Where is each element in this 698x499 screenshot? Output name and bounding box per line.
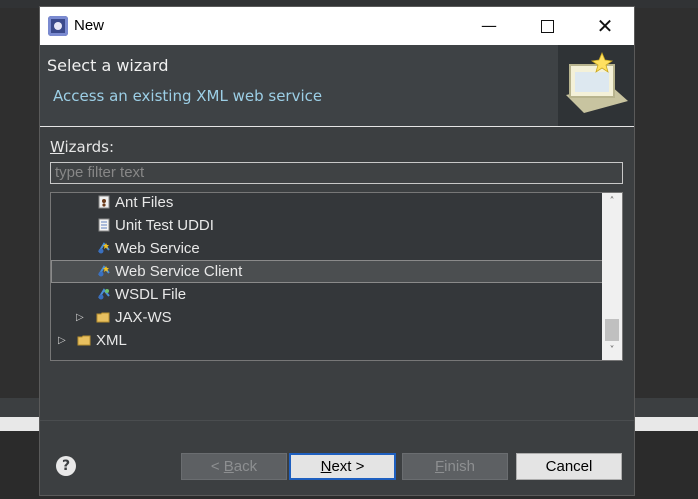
tree-item-web-service-client[interactable]: Web Service Client [51,260,603,283]
wizard-banner-icon [558,45,634,126]
folder-icon [96,312,110,323]
tree-scrollbar[interactable]: ˄ ˅ [602,193,622,360]
wizard-tree[interactable]: Ant Files Unit Test UDDI Web Service Web… [50,192,623,361]
header-separator [40,126,634,127]
finish-mnemonic: F [434,458,445,475]
tree-item-xml[interactable]: ▷ XML [51,329,603,352]
document-icon [98,218,110,232]
help-icon[interactable]: ? [56,456,76,476]
header-subtitle: Access an existing XML web service [53,87,323,105]
footer-separator [40,420,634,421]
tree-item-ant-files[interactable]: Ant Files [51,193,603,214]
tree-item-label: JAX-WS [115,309,172,326]
wizards-label: Wizards: [50,138,114,156]
tree-item-label: Unit Test UDDI [115,217,214,234]
title-bar[interactable]: New — ✕ [40,7,634,46]
wsdl-icon [98,288,110,300]
minimize-button[interactable]: — [460,7,518,45]
ide-editor-right [634,8,698,398]
back-label: ack [233,458,258,475]
eclipse-app-icon [48,16,68,36]
tree-item-label: Web Service Client [115,263,243,280]
expand-arrow-icon[interactable]: ▷ [58,329,66,352]
wizards-label-text: izards: [64,138,115,156]
folder-icon [77,335,91,346]
tree-item-label: Ant Files [115,194,174,211]
tree-item-web-service[interactable]: Web Service [51,237,603,260]
wizards-label-mnemonic: W [50,138,65,156]
maximize-icon [540,20,554,33]
tree-item-label: Web Service [115,240,200,257]
next-label: ext > [331,458,365,475]
tree-item-label: WSDL File [115,286,187,303]
header-title: Select a wizard [47,56,169,75]
scroll-up-arrow-icon[interactable]: ˄ [602,193,622,211]
web-service-icon [98,242,110,254]
tree-item-unit-test-uddi[interactable]: Unit Test UDDI [51,214,603,237]
scrollbar-thumb[interactable] [605,319,619,341]
tree-item-label: XML [96,332,127,349]
wizard-header: Select a wizard Access an existing XML w… [40,45,634,127]
back-mnemonic: B [223,458,234,475]
expand-arrow-icon[interactable]: ▷ [76,306,84,329]
ide-editor-left [0,8,40,398]
next-mnemonic: N [320,458,332,475]
ant-file-icon [98,195,110,209]
next-button[interactable]: Next > [289,453,396,480]
back-prefix: < [210,458,224,475]
new-wizard-dialog: New — ✕ Select a wizard Access an existi… [39,6,635,496]
filter-input[interactable]: type filter text [50,162,623,184]
close-button[interactable]: ✕ [576,7,634,45]
maximize-button[interactable] [518,7,576,45]
tree-item-wsdl-file[interactable]: WSDL File [51,283,603,306]
finish-button[interactable]: Finish [402,453,508,480]
cancel-button[interactable]: Cancel [516,453,622,480]
back-button[interactable]: < Back [181,453,287,480]
dialog-title: New [74,17,105,34]
finish-label: inish [444,458,476,475]
scroll-down-arrow-icon[interactable]: ˅ [602,342,622,360]
web-service-client-icon [98,265,110,277]
tree-item-jax-ws[interactable]: ▷ JAX-WS [51,306,603,329]
